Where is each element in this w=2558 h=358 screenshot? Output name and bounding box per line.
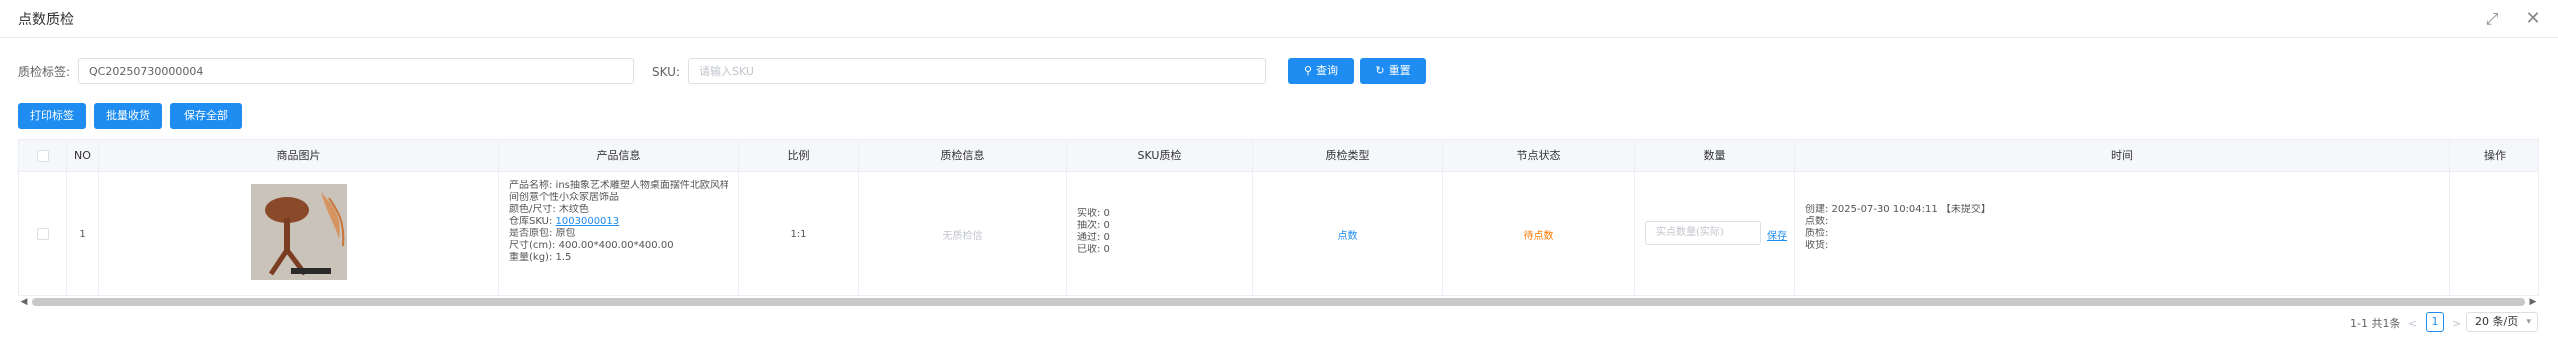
origin-pack-line: 是否原包: 原包 [509,228,728,240]
product-info-cell: 产品名称: ins抽象艺术雕塑人物桌面摆件北欧风样板 间创意个性小众家居饰品 颜… [499,172,739,296]
table-header: NO 商品图片 产品信息 比例 质检信息 SKU质检 质检类型 节点状态 数量 … [19,140,2538,172]
warehouse-sku-label: 仓库SKU: [509,216,556,227]
time-counted: 点数: [1805,216,1829,227]
warehouse-sku-line: 仓库SKU: 1003000013 [509,216,728,228]
product-name: 产品名称: ins抽象艺术雕塑人物桌面摆件北欧风样板 [509,180,728,191]
chevron-down-icon: ▾ [2526,317,2531,327]
col-ratio: 比例 [739,140,859,172]
warehouse-sku-link[interactable]: 1003000013 [556,216,620,227]
time-created: 创建: 2025-07-30 10:04:11 【未提交】 [1805,204,1991,215]
reset-button-label: 重置 [1388,64,1411,77]
col-node-status: 节点状态 [1443,140,1635,172]
quantity-cell: 保存 [1635,172,1795,296]
page-size-select[interactable]: 20 条/页 ▾ [2466,312,2538,332]
sku-qc-passed: 通过: 0 [1077,232,1110,243]
row-checkbox[interactable] [36,228,49,240]
time-cell: 创建: 2025-07-30 10:04:11 【未提交】 点数: 质检: 收货… [1795,172,2450,296]
col-product-info: 产品信息 [499,140,739,172]
quantity-save-link[interactable]: 保存 [1767,227,1787,242]
sku-qc-collected: 已收: 0 [1077,244,1110,255]
row-select-cell [19,172,67,296]
batch-receive-button[interactable]: 批量收货 [94,103,162,129]
scroll-left-icon[interactable]: ◀ [18,296,30,308]
scroll-right-icon[interactable]: ▶ [2527,296,2539,308]
col-qc-info: 质检信息 [859,140,1067,172]
time-received: 收货: [1805,240,1829,251]
origin-pack-label: 是否原包: [509,228,553,239]
dialog-title-bar: 点数质检 ⤢ ✕ [0,0,2558,38]
time-inspected: 质检: [1805,228,1829,239]
quantity-input[interactable] [1645,221,1761,245]
save-all-button[interactable]: 保存全部 [170,103,242,129]
prev-page-icon[interactable]: < [2408,314,2417,334]
search-button-label: 查询 [1316,64,1339,77]
row-no: 1 [67,172,99,296]
refresh-icon: ↻ [1375,64,1385,77]
sku-qc-cell: 实收: 0 抽次: 0 通过: 0 已收: 0 [1067,172,1253,296]
search-button[interactable]: ⚲ 查询 [1288,58,1354,84]
sku-qc-received: 实收: 0 [1077,208,1110,219]
next-page-icon[interactable]: > [2452,314,2461,334]
product-image[interactable] [251,184,347,280]
qc-tag-label: 质检标签: [18,65,71,79]
col-actions: 操作 [2484,149,2506,162]
page-size-value: 20 条/页 [2475,315,2519,328]
select-all-cell [19,140,67,172]
qc-table: NO 商品图片 产品信息 比例 质检信息 SKU质检 质检类型 节点状态 数量 … [18,139,2539,296]
qc-tag-input[interactable] [78,58,634,84]
sku-input[interactable] [688,58,1266,84]
origin-pack-value: 原包 [555,228,576,239]
col-product-image: 商品图片 [99,140,499,172]
time-lines: 创建: 2025-07-30 10:04:11 【未提交】 点数: 质检: 收货… [1795,172,2449,252]
search-icon: ⚲ [1303,64,1313,77]
col-time: 时间 [1795,140,2450,172]
reset-button[interactable]: ↻ 重置 [1360,58,1426,84]
col-sku-qc: SKU质检 [1067,140,1253,172]
close-icon[interactable]: ✕ [2522,8,2544,30]
select-all-checkbox[interactable] [36,150,49,162]
product-info-lines: 产品名称: ins抽象艺术雕塑人物桌面摆件北欧风样板 间创意个性小众家居饰品 颜… [499,172,738,264]
sku-qc-lines: 实收: 0 抽次: 0 通过: 0 已收: 0 [1067,172,1252,256]
product-name-cont: 间创意个性小众家居饰品 [509,192,619,203]
col-no: NO [67,140,99,172]
actions-cell [2450,172,2540,296]
print-label-button[interactable]: 打印标签 [18,103,86,129]
dialog-title: 点数质检 [18,12,74,28]
product-color-size: 颜色/尺寸: 木纹色 [509,204,589,215]
product-image-cell [99,172,499,296]
expand-icon[interactable]: ⤢ [2481,8,2503,30]
horizontal-scrollbar[interactable]: ◀ ▶ [18,296,2539,308]
ratio-cell: 1:1 [739,172,859,296]
qc-type-cell: 点数 [1253,172,1443,296]
qc-info-cell: 无质检信 [859,172,1067,296]
product-weight: 重量(kg): 1.5 [509,252,572,263]
pagination-summary: 1-1 共1条 [2350,317,2401,330]
sku-label: SKU: [652,65,680,79]
scrollbar-thumb[interactable] [32,298,2525,306]
page-1-button[interactable]: 1 [2426,312,2444,332]
sku-qc-sampled: 抽次: 0 [1077,220,1110,231]
product-dimensions: 尺寸(cm): 400.00*400.00*400.00 [509,240,674,251]
table-row: 1 产品名称: ins抽象艺术雕塑人物桌面摆件北欧风样板 间创意个性小众家居饰品… [19,172,2538,296]
col-qc-type: 质检类型 [1253,140,1443,172]
col-quantity: 数量 [1635,140,1795,172]
sculpture-image [251,184,347,280]
node-status-cell: 待点数 [1443,172,1635,296]
